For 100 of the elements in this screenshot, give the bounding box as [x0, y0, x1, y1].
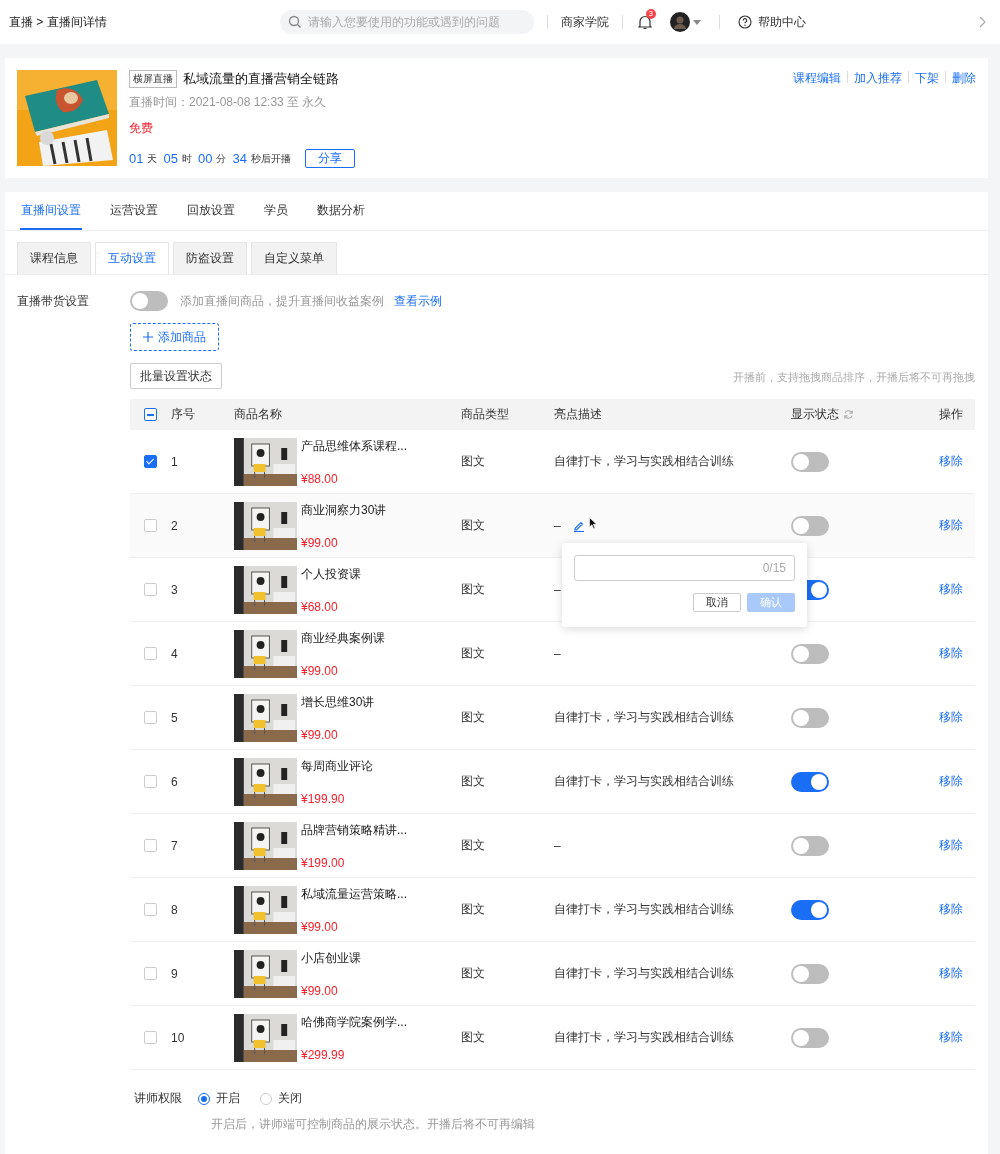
remove-link[interactable]: 移除	[939, 773, 963, 790]
remove-link[interactable]: 移除	[939, 517, 963, 534]
countdown-unit: 分	[216, 151, 227, 166]
display-toggle[interactable]	[791, 899, 829, 920]
display-toggle[interactable]	[791, 707, 829, 728]
product-name: 每周商业评论	[301, 757, 373, 775]
row-number: 7	[171, 838, 179, 853]
row-checkbox[interactable]	[144, 583, 157, 596]
product-name: 商业洞察力30讲	[301, 501, 387, 519]
display-toggle[interactable]	[791, 515, 829, 536]
product-type: 图文	[461, 901, 486, 918]
product-price: ¥99.00	[301, 727, 339, 742]
row-checkbox[interactable]	[144, 455, 157, 468]
selling-toggle[interactable]	[130, 291, 168, 311]
remove-link[interactable]: 移除	[939, 1029, 963, 1046]
live-type-tag: 横屏直播	[129, 70, 177, 88]
highlight-description: –	[554, 518, 561, 533]
highlight-description: 自律打卡，学习与实践相结合训练	[554, 1029, 734, 1046]
remove-link[interactable]: 移除	[939, 453, 963, 470]
product-price: ¥99.00	[301, 919, 339, 934]
row-checkbox[interactable]	[144, 647, 157, 660]
remove-link[interactable]: 移除	[939, 965, 963, 982]
sub-tab[interactable]: 防盗设置	[173, 242, 247, 274]
product-price: ¥199.00	[301, 855, 346, 870]
cancel-button[interactable]: 取消	[693, 592, 741, 612]
row-checkbox[interactable]	[144, 519, 157, 532]
sub-tab[interactable]: 互动设置	[95, 242, 169, 274]
course-action-link[interactable]: 删除	[952, 70, 976, 87]
product-type: 图文	[461, 837, 486, 854]
share-button[interactable]: 分享	[304, 149, 355, 168]
select-all-checkbox[interactable]	[144, 408, 157, 421]
row-number: 5	[171, 710, 179, 725]
view-example-link[interactable]: 查看示例	[394, 292, 442, 310]
remove-link[interactable]: 移除	[939, 581, 963, 598]
row-checkbox[interactable]	[144, 711, 157, 724]
highlight-description: 自律打卡，学习与实践相结合训练	[554, 965, 734, 982]
product-type: 图文	[461, 773, 486, 790]
caret-icon[interactable]	[692, 19, 701, 25]
display-toggle[interactable]	[791, 1027, 829, 1048]
main-tab[interactable]: 数据分析	[316, 192, 366, 230]
remove-link[interactable]: 移除	[939, 837, 963, 854]
academy-link[interactable]: 商家学院	[560, 13, 609, 31]
course-action-link[interactable]: 课程编辑	[793, 70, 841, 87]
course-action-link[interactable]: 加入推荐	[854, 70, 902, 87]
search-field[interactable]: 请输入您要使用的功能或遇到的问题	[279, 10, 534, 34]
sub-tab[interactable]: 课程信息	[17, 242, 91, 274]
display-toggle[interactable]	[791, 451, 829, 472]
row-checkbox[interactable]	[144, 839, 157, 852]
product-type: 图文	[461, 709, 486, 726]
row-checkbox[interactable]	[144, 1031, 157, 1044]
column-header: 序号	[171, 406, 196, 423]
chevron-right-icon[interactable]	[979, 16, 986, 28]
column-header: 亮点描述	[554, 406, 603, 423]
main-tab[interactable]: 运营设置	[109, 192, 159, 230]
plus-icon	[143, 332, 153, 342]
product-type: 图文	[461, 965, 486, 982]
remove-link[interactable]: 移除	[939, 901, 963, 918]
selling-hint: 添加直播间商品，提升直播间收益案例	[180, 292, 384, 310]
countdown-value: 00	[197, 151, 213, 166]
main-tab[interactable]: 学员	[263, 192, 289, 230]
display-toggle[interactable]	[791, 771, 829, 792]
main-tab[interactable]: 直播间设置	[20, 192, 82, 230]
column-header: 商品类型	[461, 406, 510, 423]
product-price: ¥199.90	[301, 791, 346, 806]
course-title: 私域流量的直播营销全链路	[183, 70, 339, 88]
help-icon[interactable]	[737, 15, 752, 29]
countdown-value: 05	[163, 151, 178, 166]
display-toggle[interactable]	[791, 963, 829, 984]
radio-option[interactable]: 关闭	[260, 1090, 302, 1107]
course-action-link[interactable]: 下架	[915, 70, 939, 87]
countdown-unit: 秒后开播	[250, 151, 291, 166]
main-tab[interactable]: 回放设置	[186, 192, 236, 230]
character-counter: 0/15	[762, 560, 786, 575]
live-time: 直播时间：2021-08-08 12:33 至 永久	[129, 94, 328, 111]
highlight-description: 自律打卡，学习与实践相结合训练	[554, 901, 734, 918]
pencil-icon[interactable]	[572, 519, 585, 532]
product-type: 图文	[461, 517, 486, 534]
batch-status-button[interactable]: 批量设置状态	[130, 363, 222, 389]
row-checkbox[interactable]	[144, 775, 157, 788]
search-icon	[287, 15, 302, 29]
product-price: ¥68.00	[301, 599, 339, 614]
avatar-icon[interactable]	[669, 12, 690, 32]
highlight-description: –	[554, 838, 561, 853]
add-product-button[interactable]: 添加商品	[130, 323, 219, 351]
product-type: 图文	[461, 645, 486, 662]
remove-link[interactable]: 移除	[939, 709, 963, 726]
refresh-icon[interactable]	[843, 409, 854, 420]
radio-option[interactable]: 开启	[198, 1090, 240, 1107]
sub-tab[interactable]: 自定义菜单	[251, 242, 337, 274]
row-checkbox[interactable]	[144, 903, 157, 916]
display-toggle[interactable]	[791, 643, 829, 664]
help-center-link[interactable]: 帮助中心	[757, 13, 806, 31]
remove-link[interactable]: 移除	[939, 645, 963, 662]
display-toggle[interactable]	[791, 835, 829, 856]
drag-hint: 开播前，支持拖拽商品排序，开播后将不可再拖拽	[733, 370, 975, 385]
bell-icon[interactable]	[637, 14, 652, 30]
countdown-value: 01	[129, 151, 144, 166]
product-name: 商业经典案例课	[301, 629, 385, 647]
row-checkbox[interactable]	[144, 967, 157, 980]
product-name: 增长思维30讲	[301, 693, 375, 711]
